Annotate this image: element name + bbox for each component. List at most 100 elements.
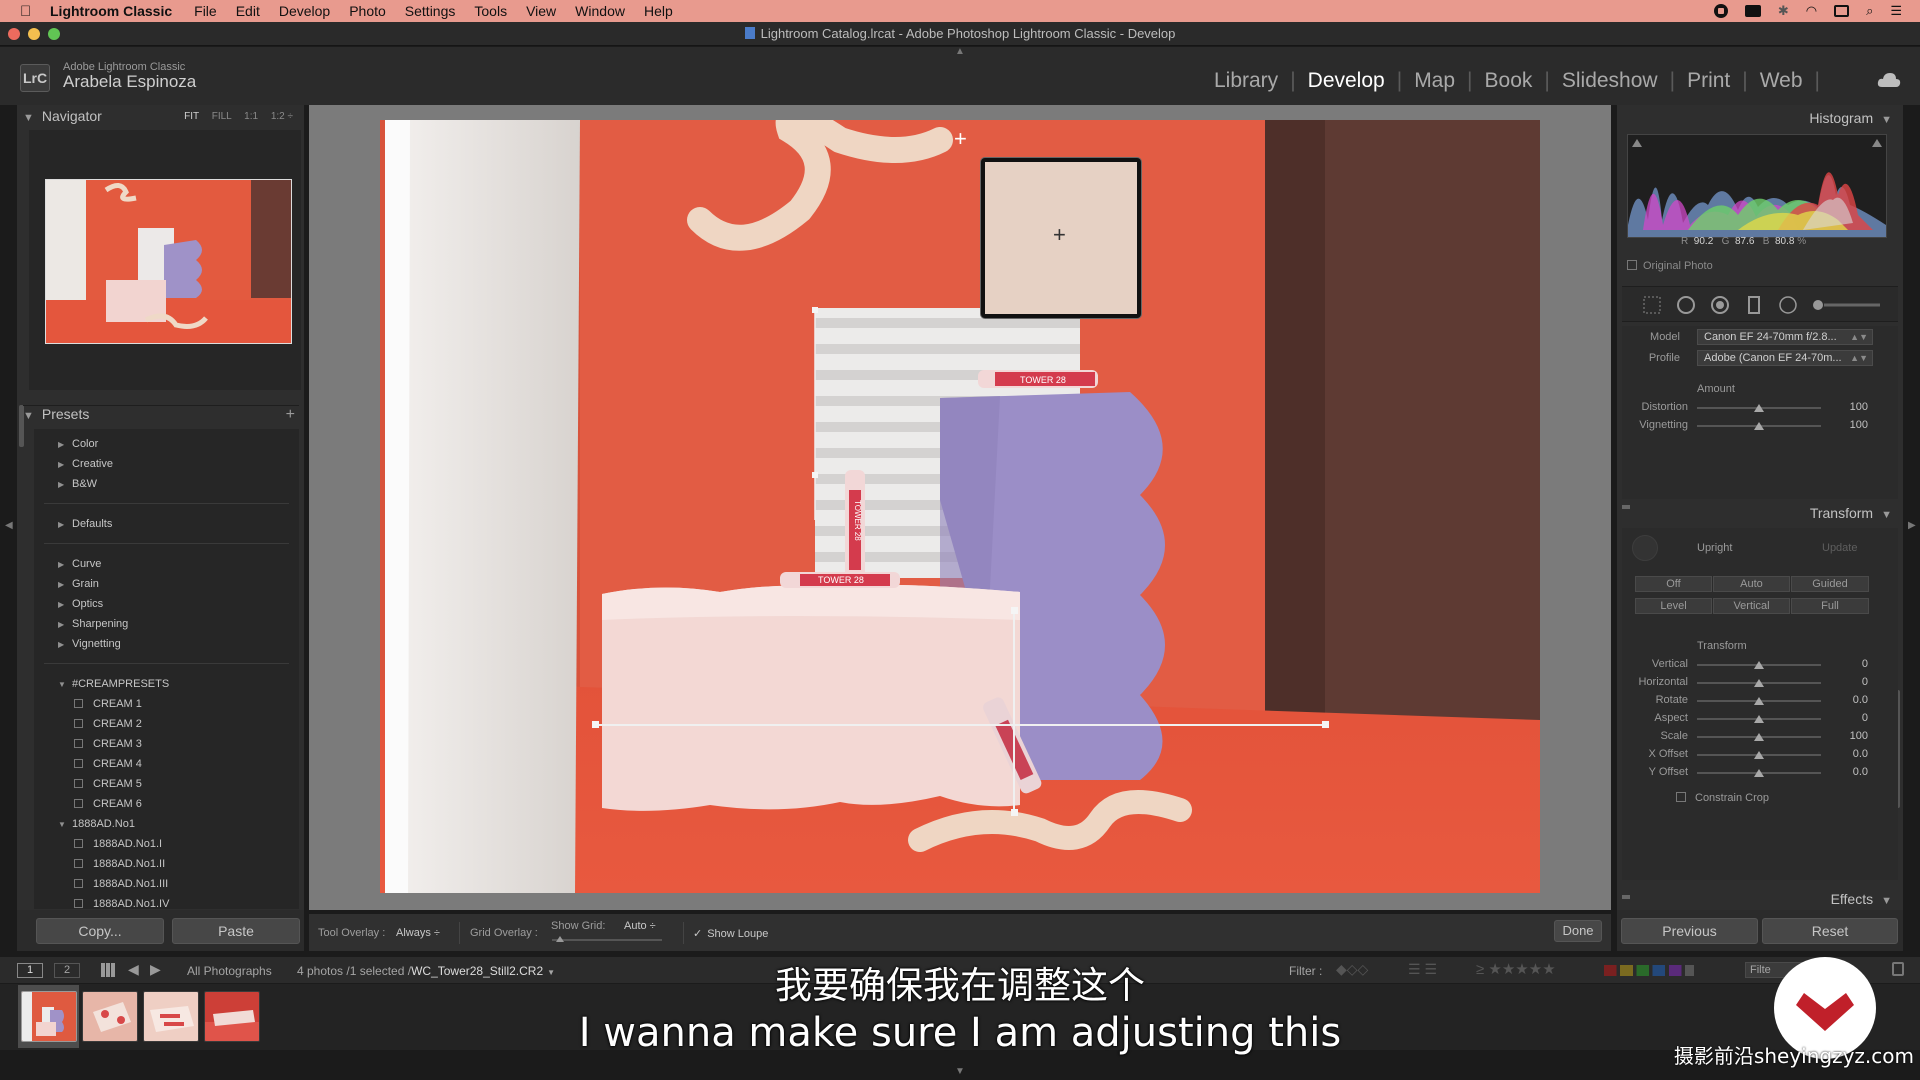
zoom-fill[interactable]: FILL [212, 111, 232, 122]
grid-size-slider-track[interactable] [552, 939, 662, 941]
scale-slider-knob[interactable] [1754, 733, 1764, 741]
graduated-filter-icon[interactable] [1744, 295, 1764, 315]
preset-item[interactable]: 1888AD.No1.II [74, 856, 165, 872]
upright-guided-button[interactable]: Guided [1791, 576, 1869, 592]
screen-icon[interactable] [1744, 5, 1761, 17]
histogram[interactable] [1627, 134, 1887, 238]
preset-group-optics[interactable]: ▶ Optics [58, 596, 103, 612]
x-offset-value[interactable]: 0.0 [1838, 748, 1868, 760]
menu-app[interactable]: Lightroom Classic [50, 3, 172, 19]
module-slideshow[interactable]: Slideshow [1562, 69, 1658, 93]
photo-preview[interactable]: TOWER 28 TOWER 28 TOWER 28 [380, 120, 1540, 893]
preset-group-creative[interactable]: ▶ Creative [58, 456, 113, 472]
upright-full-button[interactable]: Full [1791, 598, 1869, 614]
record-icon[interactable] [1713, 4, 1728, 18]
preset-item[interactable]: CREAM 2 [74, 716, 142, 732]
shadow-clipping-icon[interactable] [1632, 139, 1642, 147]
module-web[interactable]: Web [1760, 69, 1803, 93]
menu-tools[interactable]: Tools [474, 3, 507, 19]
upright-level-button[interactable]: Level [1635, 598, 1712, 614]
menu-develop[interactable]: Develop [279, 3, 330, 19]
panel-switch-icon[interactable] [1622, 505, 1630, 509]
menu-photo[interactable]: Photo [349, 3, 386, 19]
preset-item[interactable]: CREAM 4 [74, 756, 142, 772]
preset-item[interactable]: CREAM 5 [74, 776, 142, 792]
presets-header[interactable]: ▼ Presets + [23, 405, 299, 425]
control-center-icon[interactable]: ☰ [1890, 3, 1902, 19]
lens-profile-dropdown[interactable]: Adobe (Canon EF 24-70m... ▲▼ [1697, 350, 1873, 366]
tool-overlay-select[interactable]: Always ÷ [396, 927, 440, 939]
add-preset-icon[interactable]: + [286, 406, 295, 424]
module-map[interactable]: Map [1414, 69, 1455, 93]
upright-off-button[interactable]: Off [1635, 576, 1712, 592]
horizontal-value[interactable]: 0 [1838, 676, 1868, 688]
preset-group-defaults[interactable]: ▶ Defaults [58, 516, 112, 532]
preset-group-creampresets[interactable]: ▼ #CREAMPRESETS [58, 676, 169, 692]
zoom-1-2[interactable]: 1:2 ÷ [271, 111, 293, 122]
aspect-value[interactable]: 0 [1838, 712, 1868, 724]
histogram-header[interactable]: Histogram ▼ [1809, 110, 1892, 126]
bottom-panel-collapse-icon[interactable]: ▼ [955, 1066, 965, 1077]
distortion-value[interactable]: 100 [1838, 401, 1868, 413]
navigator-thumbnail[interactable] [45, 179, 292, 344]
left-panel-collapse-icon[interactable]: ◀ [5, 520, 13, 531]
y-offset-slider-knob[interactable] [1754, 769, 1764, 777]
show-grid-select[interactable]: Auto ÷ [624, 920, 656, 932]
reset-button[interactable]: Reset [1762, 918, 1898, 944]
zoom-1-1[interactable]: 1:1 [244, 111, 258, 122]
horizontal-slider-knob[interactable] [1754, 679, 1764, 687]
red-eye-icon[interactable] [1710, 295, 1730, 315]
preset-item[interactable]: 1888AD.No1.III [74, 876, 168, 892]
module-develop[interactable]: Develop [1308, 69, 1385, 93]
cloud-sync-icon[interactable] [1876, 69, 1902, 91]
menu-help[interactable]: Help [644, 3, 673, 19]
distortion-slider-knob[interactable] [1754, 404, 1764, 412]
menu-window[interactable]: Window [575, 3, 625, 19]
preset-group-1888ad[interactable]: ▼ 1888AD.No1 [58, 816, 135, 832]
upright-auto-button[interactable]: Auto [1713, 576, 1790, 592]
module-library[interactable]: Library [1214, 69, 1278, 93]
preset-item[interactable]: CREAM 6 [74, 796, 142, 812]
previous-button[interactable]: Previous [1621, 918, 1758, 944]
highlight-clipping-icon[interactable] [1872, 139, 1882, 147]
preset-group-vignetting[interactable]: ▶ Vignetting [58, 636, 121, 652]
lens-model-dropdown[interactable]: Canon EF 24-70mm f/2.8... ▲▼ [1697, 329, 1873, 345]
preset-item[interactable]: 1888AD.No1.IV [74, 896, 169, 909]
preset-group-grain[interactable]: ▶ Grain [58, 576, 99, 592]
module-print[interactable]: Print [1687, 69, 1730, 93]
preset-group-bw[interactable]: ▶ B&W [58, 476, 97, 492]
vertical-slider-knob[interactable] [1754, 661, 1764, 669]
bluetooth-icon[interactable]: ✱ [1778, 3, 1789, 19]
radial-filter-icon[interactable] [1778, 295, 1798, 315]
navigator-header[interactable]: ▼ Navigator FIT FILL 1:1 1:2 ÷ [23, 108, 299, 128]
preset-item[interactable]: CREAM 1 [74, 696, 142, 712]
upright-vertical-button[interactable]: Vertical [1713, 598, 1790, 614]
scale-value[interactable]: 100 [1838, 730, 1868, 742]
preset-group-color[interactable]: ▶ Color [58, 436, 98, 452]
crop-overlay-icon[interactable] [1642, 295, 1662, 315]
apple-icon[interactable]:  [20, 3, 40, 20]
wifi-icon[interactable]: ◠ [1806, 3, 1817, 19]
update-button[interactable]: Update [1822, 542, 1857, 554]
copy-settings-button[interactable]: Copy... [36, 918, 164, 944]
rotate-slider-knob[interactable] [1754, 697, 1764, 705]
grid-size-slider-knob[interactable] [556, 936, 564, 942]
preset-group-curve[interactable]: ▶ Curve [58, 556, 101, 572]
module-book[interactable]: Book [1485, 69, 1533, 93]
effects-header[interactable]: Effects ▼ [1831, 891, 1892, 907]
zoom-fit[interactable]: FIT [184, 111, 199, 122]
menu-file[interactable]: File [194, 3, 217, 19]
adjustment-brush-icon[interactable] [1812, 295, 1882, 315]
keyboard-icon[interactable] [1834, 5, 1850, 17]
original-photo-checkbox[interactable]: Original Photo [1627, 260, 1713, 272]
preset-group-sharpening[interactable]: ▶ Sharpening [58, 616, 128, 632]
rotate-value[interactable]: 0.0 [1838, 694, 1868, 706]
preset-item[interactable]: 1888AD.No1.I [74, 836, 162, 852]
vignetting-value[interactable]: 100 [1838, 419, 1868, 431]
vertical-value[interactable]: 0 [1838, 658, 1868, 670]
x-offset-slider-knob[interactable] [1754, 751, 1764, 759]
show-loupe-checkbox[interactable]: ✓ Show Loupe [693, 927, 768, 940]
done-button[interactable]: Done [1554, 920, 1602, 942]
right-panel-collapse-icon[interactable]: ▶ [1908, 520, 1916, 531]
aspect-slider-knob[interactable] [1754, 715, 1764, 723]
